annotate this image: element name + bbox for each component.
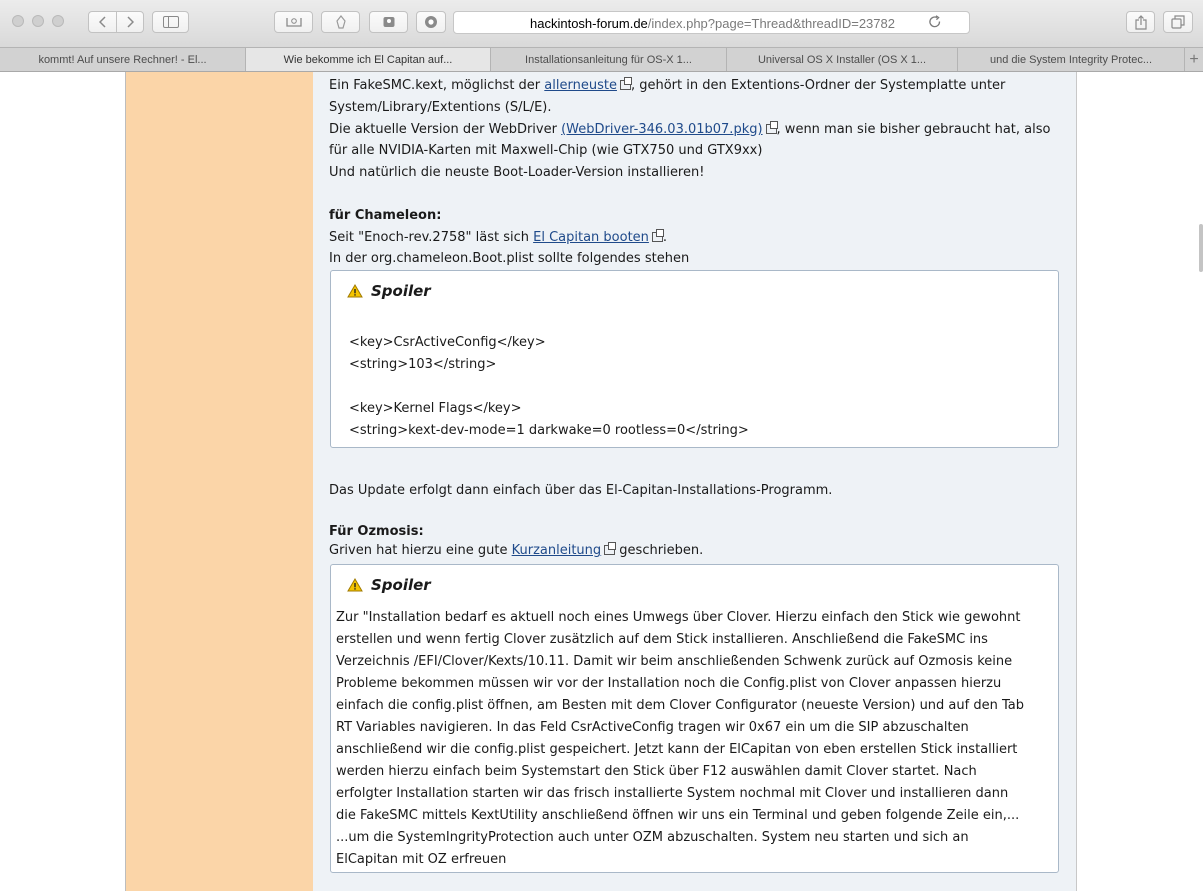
tab-2[interactable]: Wie bekomme ich El Capitan auf... xyxy=(246,48,491,71)
new-tab-button[interactable]: + xyxy=(1185,48,1203,71)
tabs-overview-icon xyxy=(1171,15,1185,29)
post-line: In der org.chameleon.Boot.plist sollte f… xyxy=(329,251,690,266)
post-line: System/Library/Extentions (S/L/E). xyxy=(329,100,552,115)
tab-label: Wie bekomme ich El Capitan auf... xyxy=(283,53,453,66)
el-capitan-booten-link[interactable]: El Capitan booten xyxy=(533,230,649,245)
chameleon-heading: für Chameleon: xyxy=(329,208,442,223)
back-button[interactable] xyxy=(89,12,116,32)
post-line: Seit "Enoch-rev.2758" läst sich El Capit… xyxy=(329,228,667,248)
reload-icon[interactable] xyxy=(928,15,942,29)
post-line: Und natürlich die neuste Boot-Loader-Ver… xyxy=(329,165,705,180)
post-text: , gehört in den Extentions-Ordner der Sy… xyxy=(630,78,1006,93)
spoiler-header[interactable]: Spoiler xyxy=(347,282,431,300)
ad-block-icon xyxy=(335,15,346,29)
post-text: geschrieben. xyxy=(615,543,704,558)
back-forward-group xyxy=(88,11,144,33)
spoiler-line: <key>Kernel Flags</key> xyxy=(349,401,522,416)
spoiler-title: Spoiler xyxy=(371,282,431,300)
spoiler-line: Zur "Installation bedarf es aktuell noch… xyxy=(336,610,1021,625)
spoiler-line: anschließend wir die config.plist gespei… xyxy=(336,742,1018,757)
tab-label: kommt! Auf unsere Rechner! - El... xyxy=(38,53,207,66)
close-window-button[interactable] xyxy=(12,15,24,27)
spoiler-header[interactable]: Spoiler xyxy=(347,576,431,594)
zoom-window-button[interactable] xyxy=(52,15,64,27)
post-text: Ein FakeSMC.kext, möglichst der xyxy=(329,78,545,93)
post-line: Griven hat hierzu eine gute Kurzanleitun… xyxy=(329,541,703,561)
url-host: hackintosh-forum.de xyxy=(530,16,648,31)
post-line: Die aktuelle Version der WebDriver (WebD… xyxy=(329,120,1050,140)
spoiler-line: erfolgter Installation starten wir das f… xyxy=(336,786,1009,801)
scrollbar-thumb[interactable] xyxy=(1199,224,1203,272)
post-line: für alle NVIDIA-Karten mit Maxwell-Chip … xyxy=(329,143,763,158)
post-text: , wenn man sie bisher gebraucht hat, als… xyxy=(776,122,1051,137)
post-sidebar xyxy=(126,72,313,891)
tab-label: Universal OS X Installer (OS X 1... xyxy=(757,53,927,66)
external-link-icon xyxy=(765,121,778,134)
url-text: hackintosh-forum.de/index.php?page=Threa… xyxy=(530,16,895,31)
password-icon xyxy=(383,17,394,27)
spoiler-box[interactable]: Spoiler Zur "Installation bedarf es aktu… xyxy=(330,564,1059,873)
reading-list-icon xyxy=(285,18,302,27)
external-link-icon xyxy=(619,77,632,90)
page-border-right xyxy=(1076,72,1077,891)
external-link-icon xyxy=(604,542,617,555)
webdriver-link[interactable]: (WebDriver-346.03.01b07.pkg) xyxy=(561,122,762,137)
tab-4[interactable]: Universal OS X Installer (OS X 1... xyxy=(727,48,958,71)
share-icon xyxy=(1134,14,1147,30)
allerneuste-link[interactable]: allerneuste xyxy=(544,78,617,93)
warning-icon xyxy=(347,578,363,592)
forward-icon xyxy=(126,16,134,28)
tab-label: Installationsanleitung für OS-X 1... xyxy=(525,53,692,66)
spoiler-box[interactable]: Spoiler <key>CsrActiveConfig</key> <stri… xyxy=(330,270,1059,448)
share-button[interactable] xyxy=(1126,11,1155,33)
warning-icon xyxy=(347,284,363,298)
spoiler-line: <key>CsrActiveConfig</key> xyxy=(349,335,546,350)
url-path: /index.php?page=Thread&threadID=23782 xyxy=(647,16,895,31)
back-icon xyxy=(98,16,106,28)
spoiler-line: RT Variables navigieren. In das Feld Csr… xyxy=(336,720,969,735)
spoiler-line: einfach die config.plist öffnen, am Best… xyxy=(336,698,1024,713)
spoiler-line: erstellen und wenn fertig Clover zusätzl… xyxy=(336,632,988,647)
tab-bar: kommt! Auf unsere Rechner! - El... Wie b… xyxy=(0,48,1203,72)
spoiler-line: Probleme bekommen müssen wir vor der Ins… xyxy=(336,676,1002,691)
spoiler-line: die FakeSMC mittels KextUtility anschlie… xyxy=(336,808,1020,823)
post-text: Die aktuelle Version der WebDriver xyxy=(329,122,562,137)
minimize-window-button[interactable] xyxy=(32,15,44,27)
password-button[interactable] xyxy=(369,11,408,33)
ad-block-button[interactable] xyxy=(321,11,360,33)
ozmosis-heading: Für Ozmosis: xyxy=(329,524,424,539)
post-line: Ein FakeSMC.kext, möglichst der allerneu… xyxy=(329,76,1005,96)
forward-button[interactable] xyxy=(116,12,143,32)
sidebar-button[interactable] xyxy=(152,11,189,33)
extension-button[interactable] xyxy=(416,11,446,33)
post-text: Griven hat hierzu eine gute xyxy=(329,543,512,558)
tab-label: und die System Integrity Protec... xyxy=(989,53,1153,66)
external-link-icon xyxy=(651,229,664,242)
spoiler-line: werden hierzu einfach beim Systemstart d… xyxy=(336,764,977,779)
post-text: Seit "Enoch-rev.2758" läst sich xyxy=(329,230,534,245)
spoiler-line: ...um die SystemIngrityProtection auch u… xyxy=(336,830,969,845)
kurzanleitung-link[interactable]: Kurzanleitung xyxy=(512,543,602,558)
update-line: Das Update erfolgt dann einfach über das… xyxy=(329,483,833,498)
sidebar-icon xyxy=(162,16,179,28)
tabs-overview-button[interactable] xyxy=(1163,11,1193,33)
tab-5[interactable]: und die System Integrity Protec... xyxy=(958,48,1185,71)
spoiler-line: <string>103</string> xyxy=(349,357,497,372)
reading-list-button[interactable] xyxy=(274,11,313,33)
address-bar[interactable]: hackintosh-forum.de/index.php?page=Threa… xyxy=(453,11,970,34)
extension-icon xyxy=(425,16,437,28)
spoiler-line: ElCapitan mit OZ erfreuen xyxy=(336,852,507,867)
tab-3[interactable]: Installationsanleitung für OS-X 1... xyxy=(491,48,727,71)
spoiler-line: Verzeichnis /EFI/Clover/Kexts/10.11. Dam… xyxy=(336,654,1013,669)
tab-1[interactable]: kommt! Auf unsere Rechner! - El... xyxy=(0,48,246,71)
browser-toolbar: hackintosh-forum.de/index.php?page=Threa… xyxy=(0,0,1203,48)
spoiler-line: <string>kext-dev-mode=1 darkwake=0 rootl… xyxy=(349,423,749,438)
spoiler-title: Spoiler xyxy=(371,576,431,594)
